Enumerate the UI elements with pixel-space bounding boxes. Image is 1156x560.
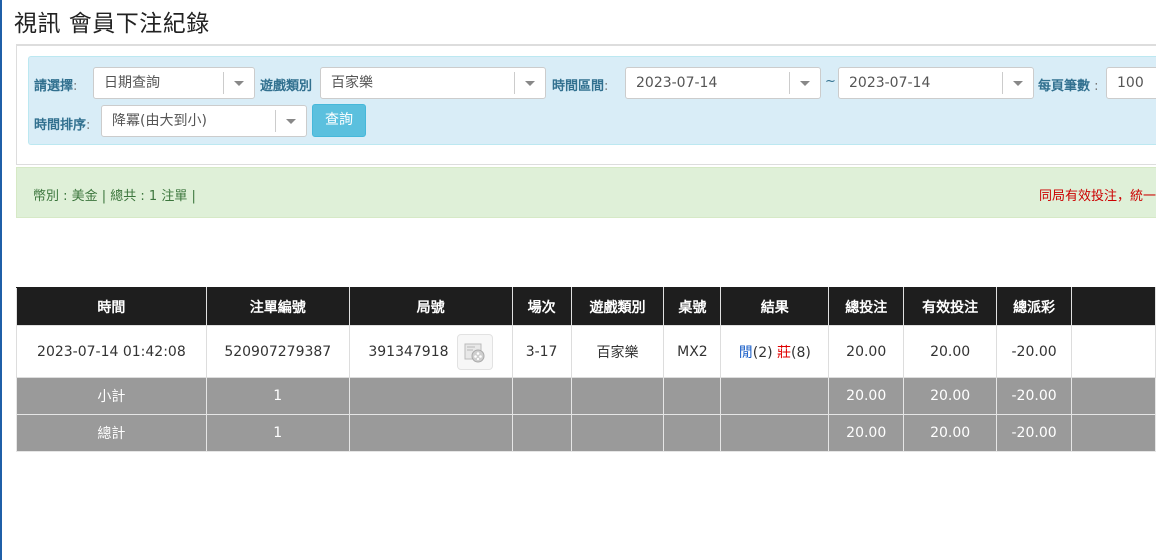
result-banker-count: (8) xyxy=(791,344,811,361)
date-from-value: 2023-07-14 xyxy=(636,75,718,91)
cell-session: 3-17 xyxy=(511,325,572,378)
game-type-value: 百家樂 xyxy=(331,75,373,91)
grand-total-payout: -20.00 xyxy=(996,414,1073,452)
grand-total-valid-bet: 20.00 xyxy=(903,414,998,452)
grand-total-total-bet: 20.00 xyxy=(828,414,905,452)
col-header-round-id: 局號 xyxy=(348,287,513,326)
cell-time: 2023-07-14 01:42:08 xyxy=(16,325,207,378)
col-header-bet-id: 注單編號 xyxy=(205,287,350,326)
result-banker-label: 莊 xyxy=(777,344,792,361)
col-header-extra xyxy=(1071,287,1156,326)
sort-order-select[interactable]: 降冪(由大到小) xyxy=(101,105,307,137)
summary-bar: 幣別 : 美金 | 總共 : 1 注單 | 同局有效投注，統一 xyxy=(16,167,1156,218)
result-player-label: 閒 xyxy=(738,344,753,361)
round-id-text: 391347918 xyxy=(368,343,449,360)
subtotal-count: 1 xyxy=(205,377,350,415)
result-player-count: (2) xyxy=(752,344,773,361)
chevron-down-icon xyxy=(223,72,254,94)
grand-total-row: 總計 1 20.00 20.00 -20.00 xyxy=(16,414,1156,452)
sort-order-value: 降冪(由大到小) xyxy=(112,113,207,129)
cell-table-no: MX2 xyxy=(663,325,722,378)
game-type-label: 遊戲類別 xyxy=(260,79,313,94)
col-header-table-no: 桌號 xyxy=(663,287,722,326)
col-header-result: 結果 xyxy=(720,287,830,326)
col-header-total-bet: 總投注 xyxy=(828,287,905,326)
col-header-payout: 總派彩 xyxy=(996,287,1073,326)
chevron-down-icon xyxy=(514,72,545,94)
per-page-value: 100 xyxy=(1117,75,1144,91)
per-page-label: 每頁筆數 : xyxy=(1038,79,1099,94)
subtotal-label: 小計 xyxy=(16,377,207,415)
per-page-input[interactable]: 100 xyxy=(1106,67,1156,99)
subtotal-payout: -20.00 xyxy=(996,377,1073,415)
left-edge-line xyxy=(0,0,2,560)
query-button[interactable]: 查詢 xyxy=(312,104,366,137)
sort-label: 時間排序: xyxy=(34,118,91,133)
time-range-label: 時間區間: xyxy=(552,79,609,94)
date-to-value: 2023-07-14 xyxy=(849,75,931,91)
cell-total-bet: 20.00 xyxy=(828,325,905,378)
query-type-select[interactable]: 日期查詢 xyxy=(93,67,255,99)
date-to-select[interactable]: 2023-07-14 xyxy=(838,67,1034,99)
game-type-select[interactable]: 百家樂 xyxy=(320,67,546,99)
col-header-session: 場次 xyxy=(511,287,572,326)
cell-round-id: 391347918 xyxy=(348,325,513,378)
range-separator: ~ xyxy=(825,74,836,89)
subtotal-row: 小計 1 20.00 20.00 -20.00 xyxy=(16,377,1156,415)
bet-records-table: 時間 注單編號 局號 場次 遊戲類別 桌號 結果 總投注 有效投注 總派彩 20… xyxy=(16,287,1156,452)
col-header-valid-bet: 有效投注 xyxy=(903,287,998,326)
summary-text: 幣別 : 美金 | 總共 : 1 注單 | xyxy=(33,189,196,204)
select-label: 請選擇: xyxy=(34,79,78,94)
col-header-time: 時間 xyxy=(16,287,207,326)
table-row: 2023-07-14 01:42:08 520907279387 3913479… xyxy=(16,325,1156,378)
cell-payout: -20.00 xyxy=(996,325,1073,378)
cell-result: 閒(2) 莊(8) xyxy=(720,325,830,378)
video-replay-icon[interactable] xyxy=(456,333,493,370)
cell-game-type: 百家樂 xyxy=(570,325,665,378)
query-type-value: 日期查詢 xyxy=(104,75,160,91)
notice-text: 同局有效投注，統一 xyxy=(1038,189,1156,204)
cell-valid-bet: 20.00 xyxy=(903,325,998,378)
chevron-down-icon xyxy=(275,110,306,132)
grand-total-count: 1 xyxy=(205,414,350,452)
cell-extra xyxy=(1071,325,1156,378)
chevron-down-icon xyxy=(789,72,820,94)
subtotal-total-bet: 20.00 xyxy=(828,377,905,415)
cell-bet-id: 520907279387 xyxy=(205,325,350,378)
grand-total-label: 總計 xyxy=(16,414,207,452)
col-header-game-type: 遊戲類別 xyxy=(570,287,665,326)
page-title: 視訊 會員下注紀錄 xyxy=(14,11,210,37)
subtotal-valid-bet: 20.00 xyxy=(903,377,998,415)
table-header-row: 時間 注單編號 局號 場次 遊戲類別 桌號 結果 總投注 有效投注 總派彩 xyxy=(16,287,1156,326)
chevron-down-icon xyxy=(1002,72,1033,94)
date-from-select[interactable]: 2023-07-14 xyxy=(625,67,821,99)
